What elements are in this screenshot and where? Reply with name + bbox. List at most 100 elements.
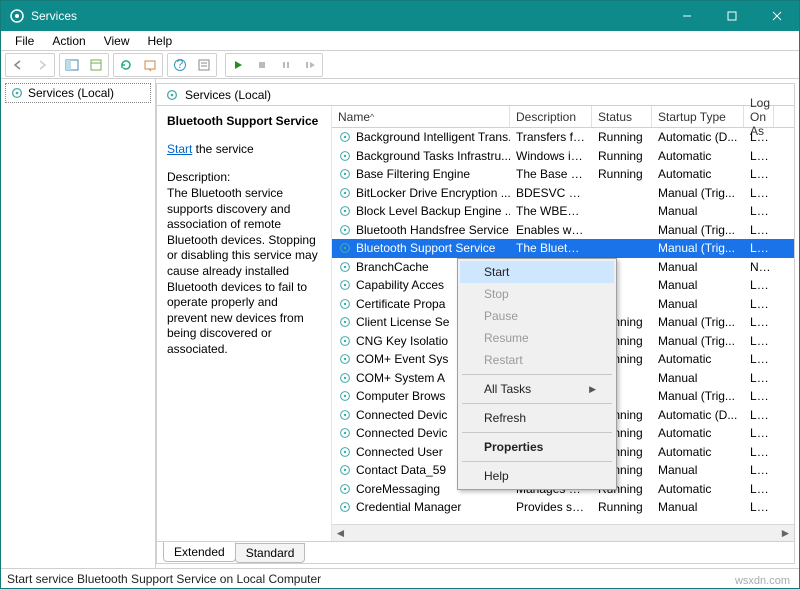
pause-service-button[interactable] [274, 54, 298, 76]
column-header-logon[interactable]: Log On As [744, 106, 774, 127]
view-tabs: Extended Standard [157, 541, 794, 563]
export-list-button[interactable] [84, 54, 108, 76]
table-row[interactable]: Base Filtering EngineThe Base Fil...Runn… [332, 165, 794, 184]
cell-logon: Loc [744, 334, 774, 348]
cell-name: Bluetooth Support Service [332, 241, 510, 255]
context-menu: StartStopPauseResumeRestartAll Tasks▶Ref… [457, 258, 617, 490]
cell-description: The WBENG... [510, 204, 592, 218]
show-hide-tree-button[interactable] [60, 54, 84, 76]
tree-item-services-local[interactable]: Services (Local) [5, 83, 151, 103]
start-service-link[interactable]: Start [167, 142, 192, 156]
table-row[interactable]: BitLocker Drive Encryption ...BDESVC hos… [332, 184, 794, 203]
table-row[interactable]: Background Intelligent Trans...Transfers… [332, 128, 794, 147]
service-icon [338, 297, 352, 311]
properties-button[interactable] [192, 54, 216, 76]
menu-view[interactable]: View [96, 32, 138, 50]
cell-name: Credential Manager [332, 500, 510, 514]
service-icon [338, 204, 352, 218]
services-list: Name Description Status Startup Type Log… [332, 106, 794, 541]
context-menu-item-start[interactable]: Start [460, 261, 614, 283]
cell-startup-type: Manual [652, 371, 744, 385]
service-icon [338, 389, 352, 403]
context-menu-item-all-tasks[interactable]: All Tasks▶ [460, 378, 614, 400]
cell-startup-type: Manual (Trig... [652, 186, 744, 200]
cell-startup-type: Manual [652, 260, 744, 274]
start-service-button[interactable] [226, 54, 250, 76]
cell-logon: Loc [744, 500, 774, 514]
forward-button[interactable] [30, 54, 54, 76]
tree-item-label: Services (Local) [28, 86, 114, 100]
start-suffix: the service [192, 142, 253, 156]
cell-description: The Base Fil... [510, 167, 592, 181]
column-header-description[interactable]: Description [510, 106, 592, 127]
table-row[interactable]: Block Level Backup Engine ...The WBENG..… [332, 202, 794, 221]
column-header-name[interactable]: Name [332, 106, 510, 127]
cell-status: Running [592, 500, 652, 514]
tab-extended[interactable]: Extended [163, 542, 236, 562]
restart-service-button[interactable] [298, 54, 322, 76]
column-header-status[interactable]: Status [592, 106, 652, 127]
cell-logon: Loc [744, 389, 774, 403]
titlebar: Services [1, 1, 799, 31]
cell-startup-type: Automatic (D... [652, 408, 744, 422]
cell-description: Windows in... [510, 149, 592, 163]
scroll-left-button[interactable]: ◄ [332, 525, 349, 542]
body: Services (Local) Services (Local) Blueto… [1, 79, 799, 568]
maximize-button[interactable] [709, 1, 754, 31]
table-row[interactable]: Background Tasks Infrastru...Windows in.… [332, 147, 794, 166]
services-app-icon [9, 8, 25, 24]
cell-startup-type: Manual [652, 463, 744, 477]
export-button[interactable] [138, 54, 162, 76]
cell-description: Provides se... [510, 500, 592, 514]
table-row[interactable]: Bluetooth Handsfree ServiceEnables wir..… [332, 221, 794, 240]
service-icon [338, 445, 352, 459]
tab-standard[interactable]: Standard [235, 543, 306, 563]
cell-startup-type: Manual (Trig... [652, 389, 744, 403]
menu-help[interactable]: Help [140, 32, 181, 50]
help-button[interactable]: ? [168, 54, 192, 76]
service-icon [338, 223, 352, 237]
cell-startup-type: Automatic (D... [652, 130, 744, 144]
context-menu-item-help[interactable]: Help [460, 465, 614, 487]
back-button[interactable] [6, 54, 30, 76]
scroll-track[interactable] [349, 527, 777, 540]
column-header-row: Name Description Status Startup Type Log… [332, 106, 794, 128]
service-icon [338, 260, 352, 274]
menu-file[interactable]: File [7, 32, 42, 50]
table-row[interactable]: Bluetooth Support ServiceThe Bluetoo...M… [332, 239, 794, 258]
cell-logon: Loc [744, 149, 774, 163]
service-icon [338, 149, 352, 163]
service-icon [338, 482, 352, 496]
service-icon [338, 130, 352, 144]
minimize-button[interactable] [664, 1, 709, 31]
cell-logon: Loc [744, 278, 774, 292]
cell-logon: Loc [744, 186, 774, 200]
cell-logon: Loc [744, 426, 774, 440]
service-icon [338, 278, 352, 292]
table-row[interactable]: Credential ManagerProvides se...RunningM… [332, 498, 794, 517]
service-icon [338, 426, 352, 440]
horizontal-scrollbar[interactable]: ◄ ► [332, 524, 794, 541]
cell-description: BDESVC hos... [510, 186, 592, 200]
cell-logon: Loc [744, 482, 774, 496]
cell-startup-type: Automatic [652, 426, 744, 440]
scroll-right-button[interactable]: ► [777, 525, 794, 542]
cell-startup-type: Manual (Trig... [652, 241, 744, 255]
refresh-button[interactable] [114, 54, 138, 76]
context-menu-item-resume: Resume [460, 327, 614, 349]
menu-action[interactable]: Action [44, 32, 93, 50]
cell-status: Running [592, 149, 652, 163]
cell-logon: Loc [744, 315, 774, 329]
status-text: Start service Bluetooth Support Service … [7, 572, 321, 586]
context-menu-item-refresh[interactable]: Refresh [460, 407, 614, 429]
close-button[interactable] [754, 1, 799, 31]
stop-service-button[interactable] [250, 54, 274, 76]
service-icon [338, 408, 352, 422]
context-menu-item-properties[interactable]: Properties [460, 436, 614, 458]
column-header-startup-type[interactable]: Startup Type [652, 106, 744, 127]
cell-startup-type: Automatic [652, 482, 744, 496]
cell-name: BitLocker Drive Encryption ... [332, 186, 510, 200]
cell-logon: Loc [744, 204, 774, 218]
cell-name: Bluetooth Handsfree Service [332, 223, 510, 237]
selected-service-title: Bluetooth Support Service [167, 114, 321, 128]
